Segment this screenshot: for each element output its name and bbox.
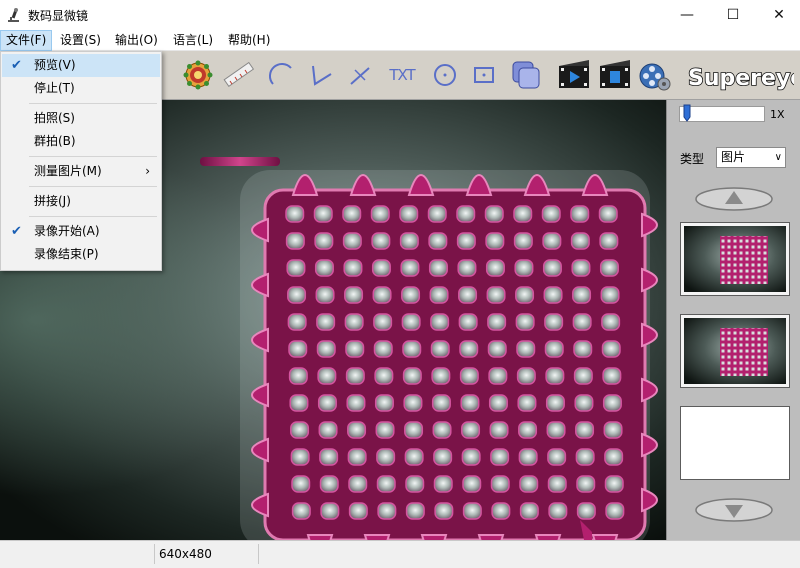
menu-item-label: 录像开始(A) — [34, 224, 100, 238]
thumbnail-2[interactable] — [680, 314, 790, 388]
check-icon: ✔ — [11, 224, 22, 239]
video-stop-icon — [600, 60, 630, 88]
menu-item-label: 录像结束(P) — [34, 247, 99, 261]
settings-gear-icon — [183, 60, 213, 90]
line-tool-button[interactable] — [342, 56, 378, 94]
rectangle-tool-button[interactable] — [466, 56, 502, 94]
film-settings-button[interactable] — [637, 56, 673, 94]
menu-item-label: 测量图片(M) — [34, 164, 102, 178]
menu-item-stitch[interactable]: 拼接(J) — [2, 190, 160, 213]
status-resolution: 640x480 — [154, 544, 258, 564]
circle-tool-button[interactable] — [427, 56, 463, 94]
title-bar: 数码显微镜 — ☐ ✕ — [0, 0, 800, 30]
menu-file[interactable]: 文件(F) — [0, 30, 53, 51]
menu-separator — [29, 103, 157, 104]
layers-button[interactable] — [508, 56, 544, 94]
video-stop-button[interactable] — [597, 56, 633, 94]
window-title: 数码显微镜 — [28, 9, 89, 23]
chevron-down-icon: ∨ — [774, 152, 782, 163]
menu-separator — [29, 156, 157, 157]
rectangle-icon — [474, 67, 494, 83]
menu-item-record-stop[interactable]: 录像结束(P) — [2, 243, 160, 266]
thumbnail-image-1 — [684, 226, 786, 292]
arc-icon — [268, 62, 292, 85]
menu-item-label: 预览(V) — [34, 58, 76, 72]
menu-item-label: 拍照(S) — [34, 111, 75, 125]
status-cell-empty — [258, 544, 658, 564]
angle-tool-button[interactable] — [302, 56, 338, 94]
menu-separator — [29, 186, 157, 187]
menu-item-snapshot[interactable]: 拍照(S) — [2, 107, 160, 130]
app-microscope-icon — [8, 8, 19, 22]
thumbnail-1[interactable] — [680, 222, 790, 296]
menu-settings[interactable]: 设置(S) — [55, 30, 106, 51]
thumbnail-image-2 — [684, 318, 786, 384]
minimize-button[interactable]: — — [664, 0, 710, 30]
line-icon — [350, 67, 370, 85]
supereyes-logo: Supereyes — [687, 65, 794, 92]
scroll-down-button[interactable] — [694, 497, 774, 523]
film-settings-icon — [639, 63, 671, 91]
menu-item-stop[interactable]: 停止(T) — [2, 77, 160, 100]
menu-item-measure[interactable]: 测量图片(M) › — [2, 160, 160, 183]
ruler-button[interactable] — [220, 56, 256, 94]
lattice-structure — [200, 157, 658, 540]
type-label: 类型 — [680, 152, 705, 166]
menu-language[interactable]: 语言(L) — [168, 30, 218, 51]
menu-item-preview[interactable]: ✔ 预览(V) — [2, 54, 160, 77]
close-icon: ✕ — [773, 7, 785, 23]
type-select-value: 图片 — [721, 150, 746, 164]
menu-output[interactable]: 输出(O) — [110, 30, 163, 51]
menu-separator — [29, 216, 157, 217]
zoom-level-label: 1X — [770, 108, 785, 121]
menu-item-label: 群拍(B) — [34, 134, 76, 148]
maximize-icon: ☐ — [726, 7, 740, 23]
text-icon: TXT — [389, 66, 415, 84]
brand-text: Supereyes — [688, 66, 794, 91]
menu-bar: 文件(F) 设置(S) 输出(O) 语言(L) 帮助(H) — [0, 30, 800, 51]
angle-icon — [312, 65, 332, 86]
maximize-button[interactable]: ☐ — [710, 0, 756, 30]
type-select[interactable]: 图片 ∨ — [716, 147, 786, 168]
menu-item-label: 拼接(J) — [34, 194, 71, 208]
circle-icon — [434, 64, 456, 86]
layers-icon — [512, 61, 540, 89]
close-button[interactable]: ✕ — [756, 0, 800, 30]
menu-help[interactable]: 帮助(H) — [223, 30, 275, 51]
video-record-icon — [559, 60, 589, 88]
ruler-icon — [223, 61, 254, 88]
arc-tool-button[interactable] — [264, 56, 300, 94]
minimize-icon: — — [680, 7, 694, 23]
settings-gear-button[interactable] — [180, 56, 216, 94]
chevron-right-icon: › — [145, 164, 150, 178]
video-record-button[interactable] — [556, 56, 592, 94]
menu-item-record-start[interactable]: ✔ 录像开始(A) — [2, 220, 160, 243]
scroll-up-button[interactable] — [694, 186, 774, 212]
menu-item-label: 停止(T) — [34, 81, 75, 95]
thumbnail-empty[interactable] — [680, 406, 790, 480]
zoom-slider-track[interactable] — [679, 106, 765, 122]
menu-item-burst[interactable]: 群拍(B) — [2, 130, 160, 153]
text-tool-button[interactable]: TXT — [384, 56, 420, 94]
zoom-slider-thumb[interactable] — [683, 104, 691, 122]
check-icon: ✔ — [11, 58, 22, 73]
file-menu-dropdown: ✔ 预览(V) 停止(T) 拍照(S) 群拍(B) 测量图片(M) › 拼接(J… — [0, 51, 162, 271]
